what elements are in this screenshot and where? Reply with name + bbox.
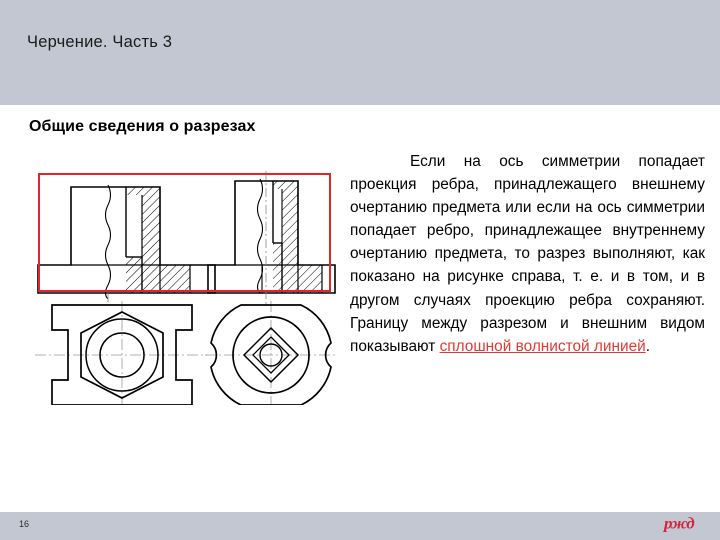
page-title: Черчение. Часть 3 xyxy=(27,33,173,51)
section-heading: Общие сведения о разрезах xyxy=(29,118,256,135)
paragraph-text-part2: . xyxy=(645,337,651,355)
body-paragraph: Если на ось симметрии попадает проекция … xyxy=(350,150,705,358)
paragraph-text-part1: Если на ось симметрии попадает проекция … xyxy=(350,153,705,355)
top-view-right xyxy=(205,301,338,405)
page-number: 16 xyxy=(19,519,30,529)
hatching-left-view xyxy=(126,187,160,293)
hatching-left-flange xyxy=(160,265,190,293)
footer-band xyxy=(0,512,720,540)
header-band xyxy=(0,0,720,105)
wavy-break-line-left xyxy=(104,184,112,300)
hatching-right-view xyxy=(273,181,298,293)
technical-drawing xyxy=(30,165,340,405)
top-view-left xyxy=(35,301,208,405)
slide: Черчение. Часть 3 Общие сведения о разре… xyxy=(0,0,720,540)
wavy-break-line-right xyxy=(256,178,264,294)
front-view-left xyxy=(37,184,216,305)
front-view-right xyxy=(207,171,336,305)
rzd-logo: ржд xyxy=(664,514,695,533)
drawing-svg xyxy=(35,171,338,405)
highlighted-term: сплошной волнистой линией xyxy=(439,337,646,355)
hatching-right-flange xyxy=(298,265,322,293)
